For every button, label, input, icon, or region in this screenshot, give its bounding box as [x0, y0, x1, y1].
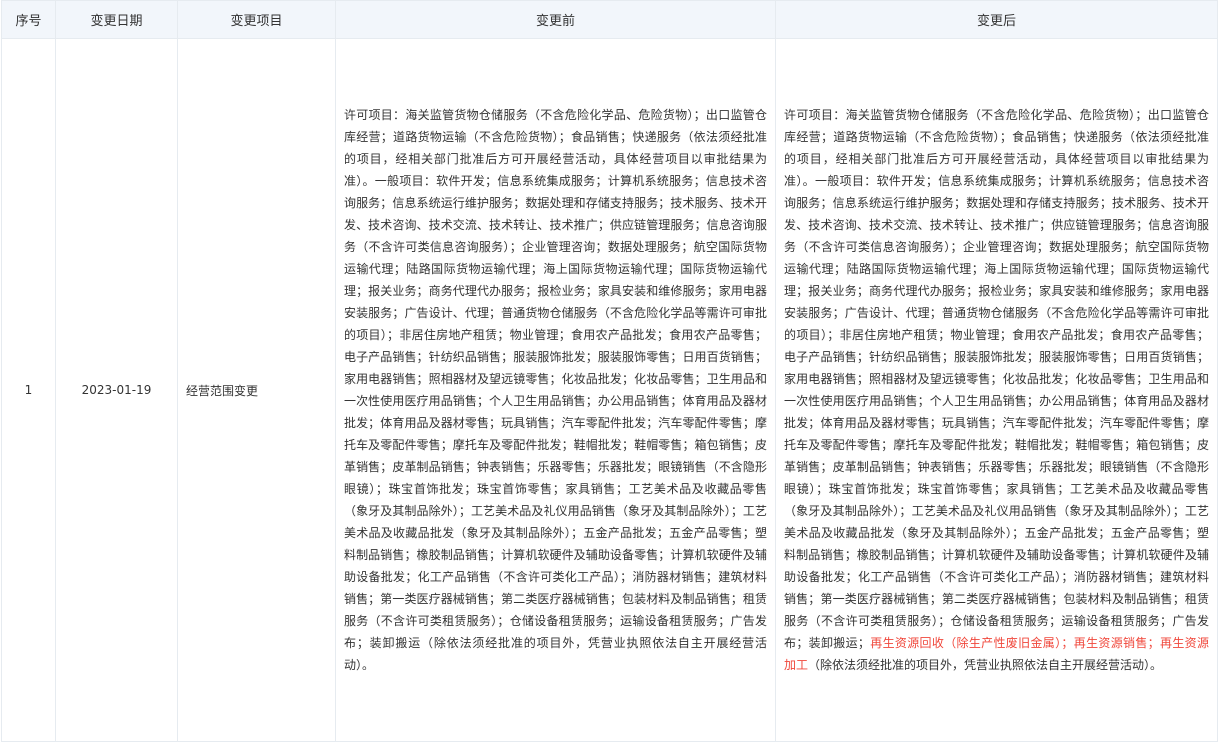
- cell-after-content: 许可项目：海关监管货物仓储服务（不含危险化学品、危险货物）；出口监管仓库经营；道…: [775, 38, 1218, 742]
- cell-change-date: 2023-01-19: [55, 38, 178, 742]
- header-index: 序号: [1, 0, 56, 39]
- header-change-item: 变更项目: [177, 0, 336, 39]
- header-after: 变更后: [775, 0, 1218, 39]
- cell-index: 1: [1, 38, 56, 742]
- header-change-date: 变更日期: [55, 0, 178, 39]
- after-text-end: （除依法须经批准的项目外，凭营业执照依法自主开展经营活动）。: [808, 658, 1163, 672]
- cell-before-content: 许可项目：海关监管货物仓储服务（不含危险化学品、危险货物）；出口监管仓库经营；道…: [335, 38, 776, 742]
- cell-change-item: 经营范围变更: [177, 38, 336, 742]
- change-record-table: 序号 变更日期 变更项目 变更前 变更后 1 2023-01-19 经营范围变更…: [1, 0, 1218, 742]
- header-before: 变更前: [335, 0, 776, 39]
- after-text-start: 许可项目：海关监管货物仓储服务（不含危险化学品、危险货物）；出口监管仓库经营；道…: [784, 108, 1209, 650]
- table-header-row: 序号 变更日期 变更项目 变更前 变更后: [1, 0, 1218, 39]
- table-row: 1 2023-01-19 经营范围变更 许可项目：海关监管货物仓储服务（不含危险…: [1, 38, 1218, 742]
